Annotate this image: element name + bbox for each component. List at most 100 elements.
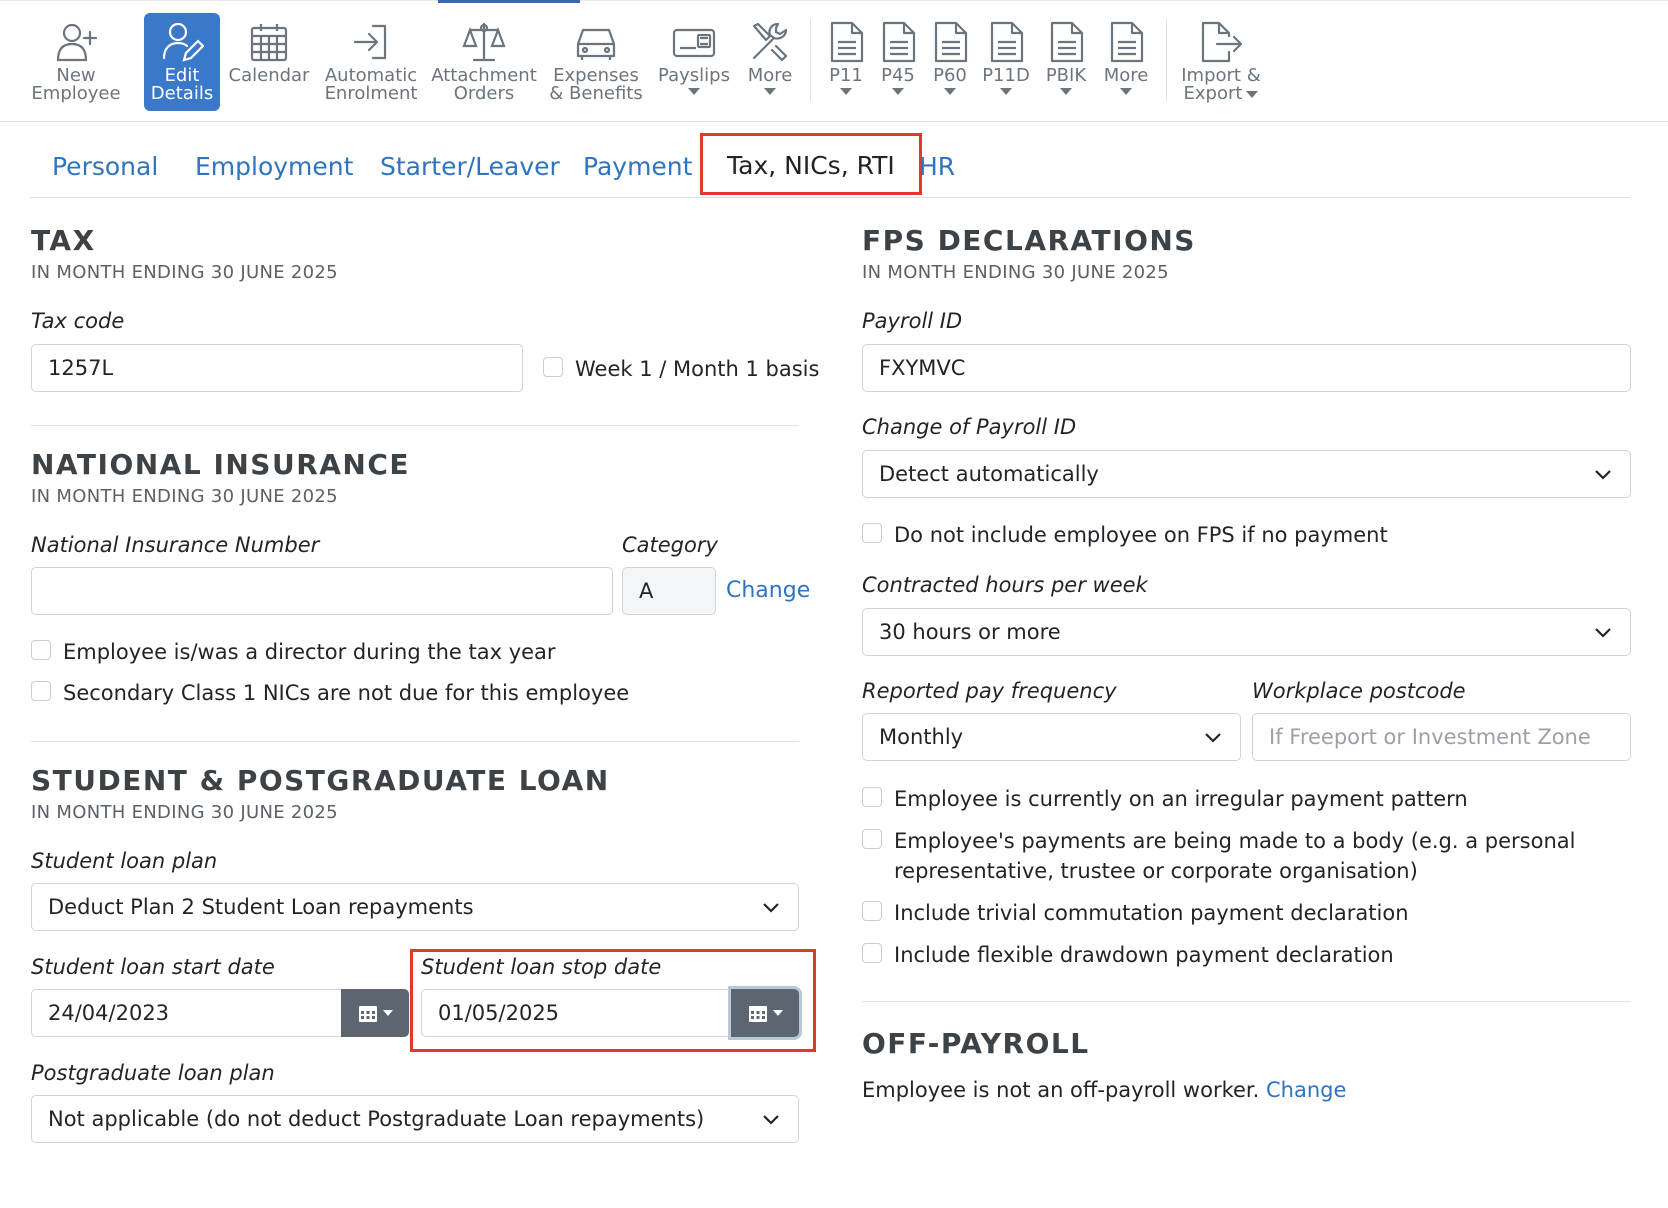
start-date-calendar-button[interactable] <box>341 989 409 1037</box>
irregular-payment-checkbox[interactable]: Employee is currently on an irregular pa… <box>862 784 1468 814</box>
off-payroll-text: Employee is not an off-payroll worker. <box>862 1078 1260 1102</box>
tab-hr[interactable]: HR <box>919 132 955 196</box>
payslips-button[interactable]: Payslips <box>656 13 732 111</box>
toolbar-separator <box>810 19 811 101</box>
section-divider <box>31 741 799 742</box>
edit-user-icon <box>159 19 205 65</box>
checkbox-box[interactable] <box>862 901 882 921</box>
document-icon <box>1043 19 1089 65</box>
expenses-benefits-button[interactable]: Expenses & Benefits <box>549 13 643 111</box>
automatic-enrolment-button[interactable]: Automatic Enrolment <box>324 13 418 111</box>
week1-month1-checkbox[interactable]: Week 1 / Month 1 basis <box>543 354 819 384</box>
no-payment-checkbox[interactable]: Do not include employee on FPS if no pay… <box>862 520 1388 550</box>
tab-tax-nics-rti[interactable]: Tax, NICs, RTI <box>700 133 922 195</box>
toolbar-label: P11 <box>829 65 863 86</box>
loan-heading: STUDENT & POSTGRADUATE LOAN <box>31 764 610 797</box>
chevron-down-icon <box>840 88 852 95</box>
tab-personal[interactable]: Personal <box>52 132 158 196</box>
document-icon <box>823 19 869 65</box>
pbik-button[interactable]: PBIK <box>1038 13 1094 111</box>
tools-icon <box>747 19 793 65</box>
toolbar-label: Employee <box>31 83 121 104</box>
workplace-postcode-input[interactable]: If Freeport or Investment Zone <box>1252 713 1631 761</box>
secondary-nics-checkbox[interactable]: Secondary Class 1 NICs are not due for t… <box>31 678 629 708</box>
ni-category-change-link[interactable]: Change <box>726 578 810 603</box>
p11d-button[interactable]: P11D <box>978 13 1034 111</box>
document-icon <box>1103 19 1149 65</box>
toolbar-label: & Benefits <box>549 83 643 104</box>
student-loan-plan-select[interactable]: Deduct Plan 2 Student Loan repayments <box>31 883 799 931</box>
new-employee-button[interactable]: New Employee <box>31 13 121 111</box>
select-value: Deduct Plan 2 Student Loan repayments <box>48 895 474 919</box>
payroll-id-input[interactable]: FXYMVC <box>862 344 1631 392</box>
tab-bar: Personal Employment Starter/Leaver Payme… <box>30 132 1630 198</box>
checkbox-box[interactable] <box>862 829 882 849</box>
checkbox-label: Do not include employee on FPS if no pay… <box>894 523 1388 547</box>
checkbox-box[interactable] <box>862 787 882 807</box>
loan-period: IN MONTH ENDING 30 JUNE 2025 <box>31 802 338 823</box>
ni-number-input[interactable] <box>31 567 613 615</box>
calendar-button[interactable]: Calendar <box>228 13 310 111</box>
import-export-button[interactable]: Import & Export <box>1176 13 1266 111</box>
checkbox-box[interactable] <box>862 523 882 543</box>
checkbox-label: Include trivial commutation payment decl… <box>894 901 1409 925</box>
ni-heading: NATIONAL INSURANCE <box>31 448 411 481</box>
fps-period: IN MONTH ENDING 30 JUNE 2025 <box>862 262 1169 283</box>
change-payroll-id-select[interactable]: Detect automatically <box>862 450 1631 498</box>
trivial-commutation-checkbox[interactable]: Include trivial commutation payment decl… <box>862 898 1409 928</box>
p45-button[interactable]: P45 <box>874 13 922 111</box>
tab-payment[interactable]: Payment <box>583 132 692 196</box>
director-checkbox[interactable]: Employee is/was a director during the ta… <box>31 637 556 667</box>
flexible-drawdown-checkbox[interactable]: Include flexible drawdown payment declar… <box>862 940 1394 970</box>
section-divider <box>862 1001 1631 1002</box>
chevron-down-icon <box>763 1115 779 1125</box>
ni-category-label: Category <box>622 533 718 557</box>
chevron-down-icon <box>1595 470 1611 480</box>
toolbar-label: More <box>1103 65 1149 86</box>
chevron-down-icon <box>382 1010 393 1016</box>
p11-button[interactable]: P11 <box>822 13 870 111</box>
fps-heading: FPS DECLARATIONS <box>862 224 1196 257</box>
payment-to-body-checkbox[interactable]: Employee's payments are being made to a … <box>862 826 1575 886</box>
toolbar-separator <box>1166 19 1167 101</box>
toolbar-label: Orders <box>453 83 515 104</box>
checkbox-box[interactable] <box>31 640 51 660</box>
section-divider <box>31 425 799 426</box>
toolbar-label: Payslips <box>658 65 730 86</box>
sign-in-icon <box>348 19 394 65</box>
payslip-icon <box>671 19 717 65</box>
more-documents-button[interactable]: More <box>1098 13 1154 111</box>
chevron-down-icon <box>688 88 700 95</box>
stop-date-calendar-button[interactable] <box>731 989 799 1037</box>
document-icon <box>875 19 921 65</box>
checkbox-box[interactable] <box>543 357 563 377</box>
tax-code-label: Tax code <box>31 309 125 333</box>
more-tools-button[interactable]: More <box>742 13 798 111</box>
p60-button[interactable]: P60 <box>926 13 974 111</box>
workplace-postcode-label: Workplace postcode <box>1252 679 1466 703</box>
tax-code-input[interactable]: 1257L <box>31 344 523 392</box>
student-loan-stop-input[interactable]: 01/05/2025 <box>421 989 731 1037</box>
checkbox-box[interactable] <box>31 681 51 701</box>
toolbar-label: P45 <box>881 65 915 86</box>
chevron-down-icon <box>944 88 956 95</box>
chevron-down-icon <box>1595 628 1611 638</box>
student-loan-start-input[interactable]: 24/04/2023 <box>31 989 343 1037</box>
tab-starter-leaver[interactable]: Starter/Leaver <box>380 132 560 196</box>
document-icon <box>927 19 973 65</box>
toolbar-label: PBIK <box>1045 65 1087 86</box>
checkbox-box[interactable] <box>862 943 882 963</box>
add-user-icon <box>53 19 99 65</box>
chevron-down-icon <box>1060 88 1072 95</box>
off-payroll-change-link[interactable]: Change <box>1266 1078 1346 1102</box>
chevron-down-icon <box>1120 88 1132 95</box>
pay-frequency-select[interactable]: Monthly <box>862 713 1241 761</box>
contracted-hours-select[interactable]: 30 hours or more <box>862 608 1631 656</box>
tab-employment[interactable]: Employment <box>195 132 353 196</box>
checkbox-label-line: representative, trustee or corporate org… <box>894 859 1418 883</box>
tax-period: IN MONTH ENDING 30 JUNE 2025 <box>31 262 338 283</box>
chevron-down-icon <box>764 88 776 95</box>
edit-details-button[interactable]: Edit Details <box>144 13 220 111</box>
postgraduate-loan-select[interactable]: Not applicable (do not deduct Postgradua… <box>31 1095 799 1143</box>
attachment-orders-button[interactable]: Attachment Orders <box>430 13 538 111</box>
